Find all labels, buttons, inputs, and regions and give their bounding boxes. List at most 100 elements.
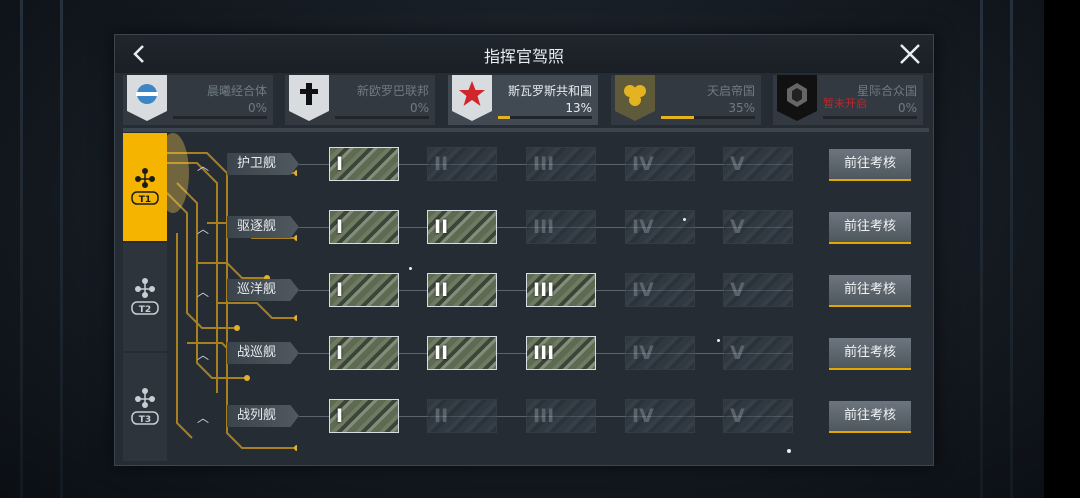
go-assess-button[interactable]: 前往考核 xyxy=(829,401,911,433)
level-numeral: II xyxy=(434,279,449,301)
faction-tab[interactable]: 晨曦经合体 0% xyxy=(123,75,273,125)
ship-level-tile[interactable]: II xyxy=(427,399,497,433)
level-numeral: V xyxy=(730,405,745,427)
ship-row: ︿ 巡洋舰 I II III IV V 前往考核 xyxy=(115,269,933,313)
tier-label: T1 xyxy=(139,195,151,205)
faction-percent: 0% xyxy=(409,101,429,115)
level-numeral: III xyxy=(533,405,555,427)
chevron-up-icon: ︿ xyxy=(197,348,210,362)
ship-class-label: 巡洋舰 xyxy=(227,279,299,301)
go-assess-button[interactable]: 前往考核 xyxy=(829,275,911,307)
level-numeral: II xyxy=(434,216,449,238)
level-numeral: IV xyxy=(632,153,654,175)
level-numeral: II xyxy=(434,405,449,427)
screen-edge xyxy=(1044,0,1080,498)
ship-level-tile[interactable]: IV xyxy=(625,210,695,244)
level-numeral: III xyxy=(533,153,555,175)
level-numeral: I xyxy=(336,216,344,238)
ship-level-tile[interactable]: I xyxy=(329,336,399,370)
level-numeral: I xyxy=(336,405,344,427)
ship-level-tile[interactable]: I xyxy=(329,210,399,244)
faction-tab[interactable]: 斯瓦罗斯共和国 13% xyxy=(448,75,598,125)
hex-emblem-icon xyxy=(777,75,817,121)
level-numeral: III xyxy=(533,279,555,301)
progress-bar xyxy=(661,116,755,119)
faction-name: 斯瓦罗斯共和国 xyxy=(507,84,592,98)
faction-tab[interactable]: 天启帝国 35% xyxy=(611,75,761,125)
page-title: 指挥官驾照 xyxy=(483,47,564,66)
divider xyxy=(123,128,929,132)
level-numeral: V xyxy=(730,342,745,364)
star-emblem-icon xyxy=(452,75,492,121)
ship-level-tile[interactable]: V xyxy=(723,336,793,370)
ship-level-tile[interactable]: III xyxy=(526,210,596,244)
level-numeral: IV xyxy=(632,342,654,364)
faction-percent: 13% xyxy=(565,101,592,115)
ship-level-tile[interactable]: I xyxy=(329,399,399,433)
particle xyxy=(787,449,791,453)
locked-label: 暂未开启 xyxy=(823,97,867,110)
progress-bar xyxy=(335,116,429,119)
ship-level-tile[interactable]: II xyxy=(427,147,497,181)
chevron-up-icon: ︿ xyxy=(197,222,210,236)
ship-level-tile[interactable]: III xyxy=(526,399,596,433)
ship-level-tile[interactable]: V xyxy=(723,147,793,181)
ship-level-tile[interactable]: IV xyxy=(625,273,695,307)
level-numeral: I xyxy=(336,279,344,301)
ship-row: ︿ 战列舰 I II III IV V 前往考核 xyxy=(115,395,933,439)
ship-level-tile[interactable]: II xyxy=(427,273,497,307)
particle xyxy=(683,218,686,221)
close-button[interactable] xyxy=(895,39,925,69)
chevron-up-icon: ︿ xyxy=(197,411,210,425)
progress-fill xyxy=(498,116,511,119)
ship-level-tile[interactable]: II xyxy=(427,210,497,244)
faction-name: 晨曦经合体 xyxy=(206,84,267,98)
chevron-up-icon: ︿ xyxy=(197,285,210,299)
go-assess-button[interactable]: 前往考核 xyxy=(829,149,911,181)
ship-level-tile[interactable]: V xyxy=(723,399,793,433)
progress-bar xyxy=(498,116,592,119)
ship-level-tile[interactable]: IV xyxy=(625,399,695,433)
orbit-emblem-icon xyxy=(127,75,167,121)
faction-tab[interactable]: 新欧罗巴联邦 0% xyxy=(285,75,435,125)
faction-percent: 0% xyxy=(897,101,917,115)
cross-emblem-icon xyxy=(289,75,329,121)
faction-tab[interactable]: 星际合众国 0% 暂未开启 xyxy=(773,75,923,125)
particle xyxy=(717,339,720,342)
faction-name: 天启帝国 xyxy=(706,84,755,98)
ship-level-tile[interactable]: III xyxy=(526,147,596,181)
level-numeral: IV xyxy=(632,279,654,301)
ship-row: ︿ 护卫舰 I II III IV V 前往考核 xyxy=(115,143,933,187)
faction-name: 新欧罗巴联邦 xyxy=(356,84,429,98)
particle xyxy=(409,267,412,270)
level-numeral: I xyxy=(336,153,344,175)
faction-percent: 0% xyxy=(247,101,267,115)
level-numeral: III xyxy=(533,216,555,238)
ship-level-tile[interactable]: V xyxy=(723,273,793,307)
ship-level-tile[interactable]: II xyxy=(427,336,497,370)
progress-bar xyxy=(173,116,267,119)
ship-class-label: 战列舰 xyxy=(227,405,299,427)
ship-level-tile[interactable]: III xyxy=(526,336,596,370)
level-numeral: II xyxy=(434,153,449,175)
go-assess-button[interactable]: 前往考核 xyxy=(829,212,911,244)
ship-class-label: 驱逐舰 xyxy=(227,216,299,238)
ship-level-tile[interactable]: I xyxy=(329,273,399,307)
level-numeral: III xyxy=(533,342,555,364)
level-numeral: IV xyxy=(632,216,654,238)
ship-level-tile[interactable]: I xyxy=(329,147,399,181)
ship-row: ︿ 驱逐舰 I II III IV V 前往考核 xyxy=(115,206,933,250)
progress-fill xyxy=(661,116,694,119)
level-numeral: II xyxy=(434,342,449,364)
ship-level-tile[interactable]: IV xyxy=(625,336,695,370)
ship-class-label: 战巡舰 xyxy=(227,342,299,364)
ship-level-tile[interactable]: V xyxy=(723,210,793,244)
level-numeral: I xyxy=(336,342,344,364)
ship-level-tile[interactable]: III xyxy=(526,273,596,307)
level-numeral: V xyxy=(730,279,745,301)
level-numeral: IV xyxy=(632,405,654,427)
cluster-emblem-icon xyxy=(615,75,655,121)
level-numeral: V xyxy=(730,216,745,238)
ship-level-tile[interactable]: IV xyxy=(625,147,695,181)
go-assess-button[interactable]: 前往考核 xyxy=(829,338,911,370)
